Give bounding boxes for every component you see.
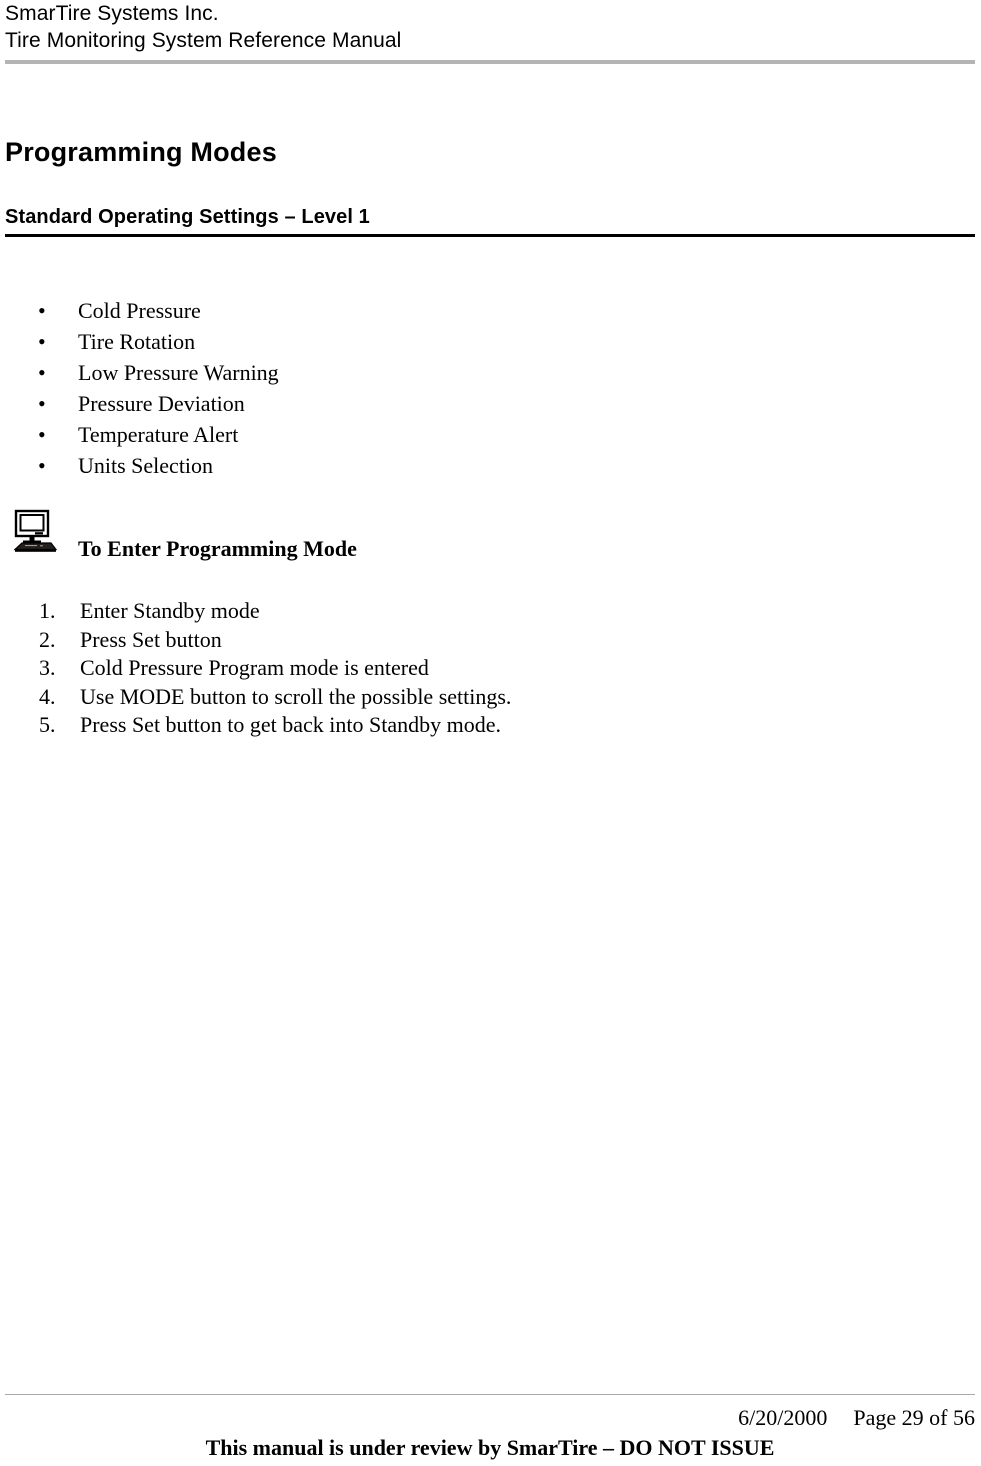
list-item: 4. Use MODE button to scroll the possibl… (0, 683, 900, 712)
step-label: Press Set button (80, 626, 222, 652)
step-label: Press Set button to get back into Standb… (80, 712, 502, 737)
computer-icon (11, 508, 59, 556)
list-item: 2. Press Set button (0, 626, 900, 655)
list-item-label: Cold Pressure (78, 298, 201, 323)
header-divider (5, 60, 975, 64)
footer-divider (5, 1394, 975, 1395)
header-manual-title: Tire Monitoring System Reference Manual (5, 29, 402, 52)
callout-heading: To Enter Programming Mode (78, 536, 357, 561)
list-item: 3. Cold Pressure Program mode is entered (0, 654, 900, 683)
procedure-step-list: 1. Enter Standby mode 2. Press Set butto… (0, 597, 900, 740)
step-label: Use MODE button to scroll the possible s… (80, 683, 512, 709)
list-item: 5. Press Set button to get back into Sta… (0, 711, 900, 740)
bullet-icon: • (38, 298, 46, 323)
header-company-name: SmarTire Systems Inc. (5, 2, 219, 25)
bullet-icon: • (38, 422, 46, 447)
step-number: 4. (39, 683, 56, 709)
list-item: • Units Selection (0, 450, 900, 481)
settings-list: • Cold Pressure • Tire Rotation • Low Pr… (0, 295, 900, 481)
list-item: • Low Pressure Warning (0, 357, 900, 388)
list-item: • Tire Rotation (0, 326, 900, 357)
step-number: 5. (39, 712, 56, 737)
step-number: 1. (39, 598, 56, 623)
step-label: Enter Standby mode (80, 598, 260, 623)
bullet-icon: • (38, 329, 46, 354)
page-title: Programming Modes (5, 137, 277, 167)
procedure-callout: To Enter Programming Mode (0, 505, 900, 565)
bullet-icon: • (38, 453, 46, 478)
section-title-divider (5, 234, 975, 237)
list-item-label: Units Selection (78, 453, 214, 478)
list-item-label: Temperature Alert (78, 422, 239, 447)
footer-page-number: Page 29 of 56 (853, 1405, 975, 1430)
list-item-label: Pressure Deviation (78, 391, 245, 416)
list-item-label: Tire Rotation (78, 329, 196, 354)
list-item: • Pressure Deviation (0, 388, 900, 419)
bullet-icon: • (38, 391, 46, 416)
list-item: • Temperature Alert (0, 419, 900, 450)
list-item-label: Low Pressure Warning (78, 360, 279, 385)
document-page: SmarTire Systems Inc. Tire Monitoring Sy… (0, 0, 981, 1466)
list-item: 1. Enter Standby mode (0, 597, 900, 626)
footer-meta: 6/20/2000 Page 29 of 56 (5, 1404, 975, 1432)
footer-date: 6/20/2000 (738, 1405, 828, 1430)
footer-notice: This manual is under review by SmarTire … (205, 1435, 775, 1460)
list-item: • Cold Pressure (0, 295, 900, 326)
step-label: Cold Pressure Program mode is entered (80, 655, 429, 680)
section-title: Standard Operating Settings – Level 1 (5, 206, 370, 228)
bullet-icon: • (38, 360, 46, 385)
document-header: SmarTire Systems Inc. Tire Monitoring Sy… (5, 0, 976, 54)
step-number: 2. (39, 626, 56, 652)
step-number: 3. (39, 655, 56, 680)
